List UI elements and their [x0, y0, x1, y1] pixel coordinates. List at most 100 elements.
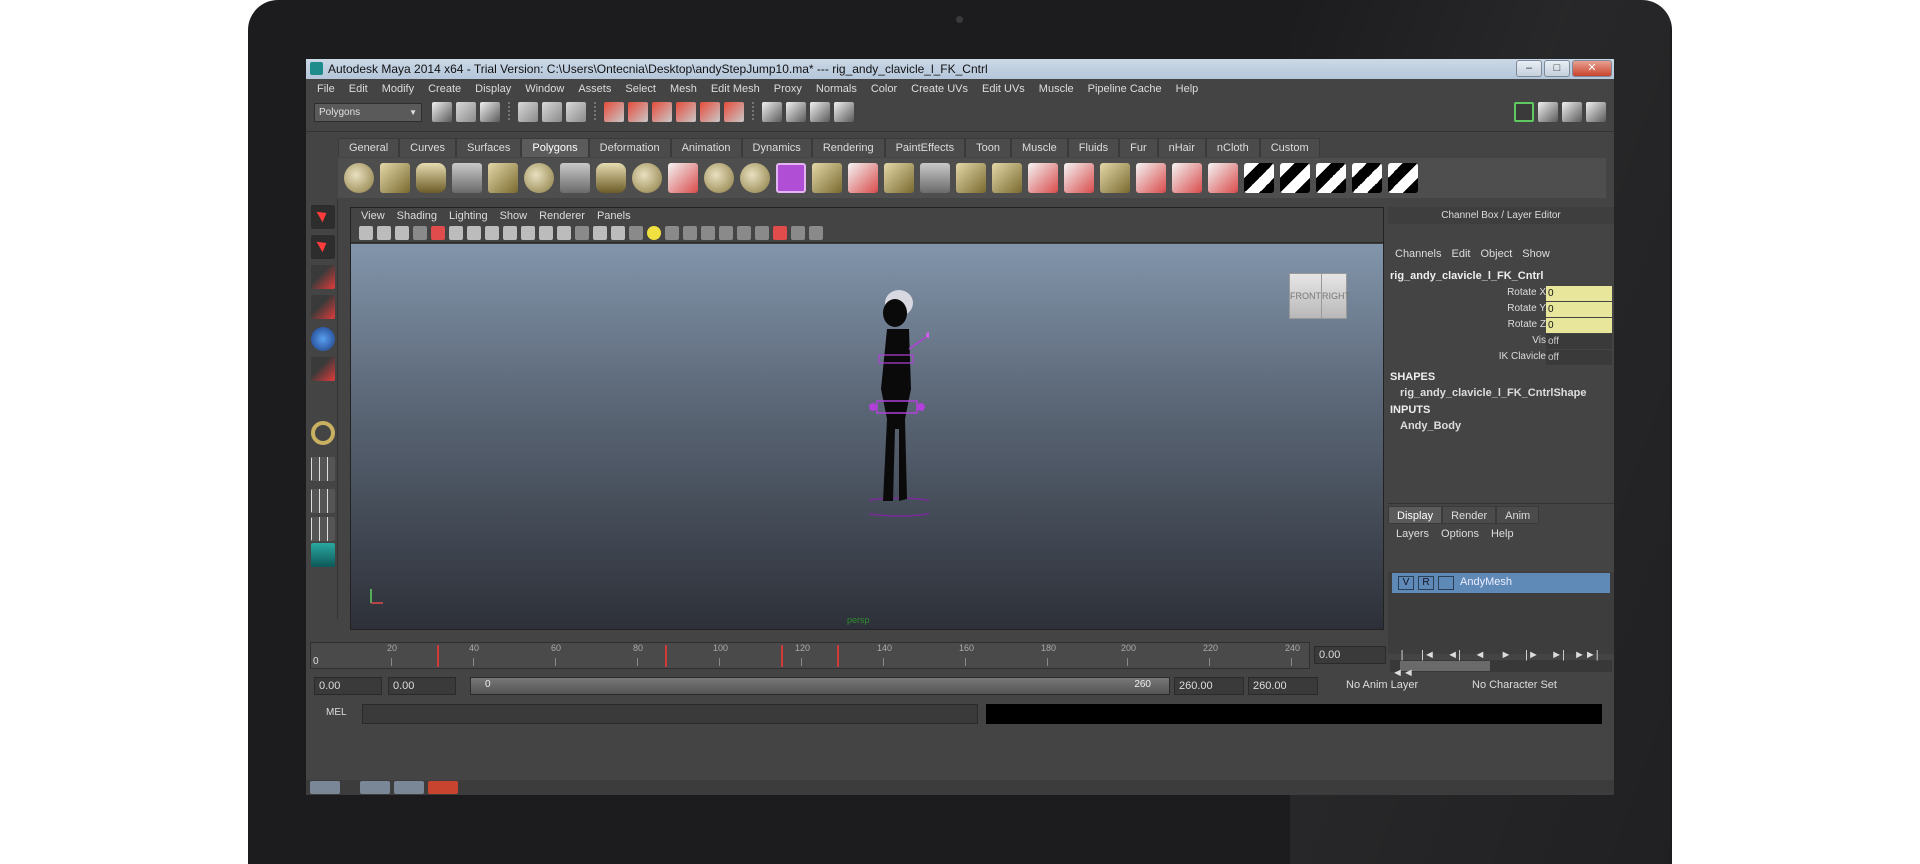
scale-tool-icon[interactable] [311, 357, 335, 381]
poly-cone-icon[interactable] [452, 163, 482, 193]
menu-modify[interactable]: Modify [375, 83, 421, 95]
depth-of-field-icon[interactable] [737, 225, 751, 240]
image-plane-icon[interactable] [395, 225, 409, 240]
menu-pipeline-cache[interactable]: Pipeline Cache [1081, 83, 1169, 95]
insert-edge-loop-icon[interactable] [956, 163, 986, 193]
selected-node-name[interactable]: rig_andy_clavicle_l_FK_Cntrl [1390, 270, 1543, 282]
shadows-icon[interactable] [665, 225, 679, 240]
hypershade-layout-icon[interactable] [311, 543, 335, 567]
shelf-tab-surfaces[interactable]: Surfaces [455, 138, 522, 157]
layer-tab-display[interactable]: Display [1388, 506, 1443, 524]
render-frame-icon[interactable] [786, 102, 806, 122]
shelf-tab-painteffects[interactable]: PaintEffects [884, 138, 966, 157]
menu-normals[interactable]: Normals [809, 83, 864, 95]
shelf-tab-animation[interactable]: Animation [670, 138, 742, 157]
spherical-mapping-icon[interactable] [1316, 163, 1346, 193]
poly-sphere-icon[interactable] [344, 163, 374, 193]
keyframe-marker[interactable] [665, 645, 667, 667]
keyframe-marker[interactable] [437, 645, 439, 667]
keyframe-marker[interactable] [781, 645, 783, 667]
new-scene-icon[interactable] [432, 102, 452, 122]
maximize-small-button[interactable] [394, 781, 424, 794]
step-forward-key-button[interactable]: |► [1522, 646, 1542, 664]
sculpt-icon[interactable] [1208, 163, 1238, 193]
snap-surface-icon[interactable] [700, 102, 720, 122]
menu-edit-uvs[interactable]: Edit UVs [975, 83, 1032, 95]
shelf-tab-ncloth[interactable]: nCloth [1205, 138, 1260, 157]
field-chart-icon[interactable] [521, 225, 535, 240]
menu-create-uvs[interactable]: Create UVs [904, 83, 975, 95]
layer-menu-layers[interactable]: Layers [1390, 528, 1435, 540]
anim-layer-dropdown[interactable]: No Anim Layer [1346, 679, 1418, 691]
step-back-key-button[interactable]: ◄| [1444, 646, 1464, 664]
channel-box-menu-object[interactable]: Object [1475, 248, 1517, 263]
range-slider[interactable]: 0 260 [470, 677, 1170, 695]
close-button[interactable]: ✕ [1572, 60, 1612, 77]
shelf-tab-deformation[interactable]: Deformation [588, 138, 671, 157]
layer-menu-options[interactable]: Options [1435, 528, 1485, 540]
shelf-tab-nhair[interactable]: nHair [1157, 138, 1206, 157]
toggle-layer-editor-icon[interactable] [1586, 102, 1606, 122]
playback-end-field[interactable]: 260.00 [1174, 677, 1244, 695]
smooth-shade-icon[interactable] [593, 225, 607, 240]
snap-live-icon[interactable] [724, 102, 744, 122]
shelf-tab-fluids[interactable]: Fluids [1067, 138, 1120, 157]
shelf-tab-general[interactable]: General [338, 138, 400, 157]
gate-mask-icon[interactable] [503, 225, 517, 240]
maximize-button[interactable]: □ [1544, 60, 1570, 77]
menu-set-select[interactable]: Polygons ▼ [314, 103, 422, 122]
save-scene-icon[interactable] [480, 102, 500, 122]
single-perspective-layout-icon[interactable] [311, 457, 335, 481]
shelf-tab-rendering[interactable]: Rendering [811, 138, 885, 157]
grease-pencil-icon[interactable] [413, 225, 427, 240]
paint-select-tool-icon[interactable] [311, 265, 335, 289]
four-view-layout-icon[interactable] [311, 489, 335, 513]
render-settings-icon[interactable] [834, 102, 854, 122]
poly-soccer-ball-icon[interactable] [632, 163, 662, 193]
extrude-icon[interactable] [812, 163, 842, 193]
film-gate-icon[interactable] [467, 225, 481, 240]
poly-plane-icon[interactable] [488, 163, 518, 193]
multisample-icon[interactable] [719, 225, 733, 240]
bookmarks-icon[interactable] [377, 225, 391, 240]
outliner-layout-icon[interactable] [311, 517, 335, 541]
x-ray-joints-icon[interactable] [791, 225, 805, 240]
separate-icon[interactable] [704, 163, 734, 193]
shape-node-name[interactable]: rig_andy_clavicle_l_FK_CntrlShape [1400, 387, 1586, 399]
channel-box-menu-show[interactable]: Show [1517, 248, 1555, 263]
2d-pan-zoom-icon[interactable] [431, 225, 445, 240]
step-back-frame-button[interactable]: |◄ [1418, 646, 1438, 664]
shelf-tab-custom[interactable]: Custom [1259, 138, 1320, 157]
ipr-render-icon[interactable] [810, 102, 830, 122]
isolate-select-icon[interactable] [773, 225, 787, 240]
camera-attributes-icon[interactable] [359, 225, 373, 240]
channel-box-menu-edit[interactable]: Edit [1446, 248, 1475, 263]
menu-help[interactable]: Help [1169, 83, 1206, 95]
layer-tab-render[interactable]: Render [1442, 506, 1497, 524]
attr-value-field[interactable]: 0 [1546, 286, 1612, 301]
toggle-attribute-editor-icon[interactable] [1514, 102, 1534, 122]
minimize-button[interactable]: – [1516, 60, 1542, 77]
wireframe-icon[interactable] [575, 225, 589, 240]
input-node-name[interactable]: Andy_Body [1400, 420, 1461, 432]
viewport-canvas[interactable]: FRONT RIGHT persp [351, 244, 1383, 629]
current-time-field[interactable]: 0.00 [1314, 646, 1386, 664]
menu-display[interactable]: Display [468, 83, 518, 95]
menu-edit-mesh[interactable]: Edit Mesh [704, 83, 767, 95]
move-tool-icon[interactable] [311, 295, 335, 319]
layer-reference-toggle[interactable]: R [1418, 576, 1434, 590]
menu-window[interactable]: Window [518, 83, 571, 95]
rotate-tool-icon[interactable] [311, 327, 335, 351]
poly-cylinder-icon[interactable] [416, 163, 446, 193]
layer-menu-help[interactable]: Help [1485, 528, 1520, 540]
menu-muscle[interactable]: Muscle [1032, 83, 1081, 95]
smooth-proxy-icon[interactable] [776, 163, 806, 193]
shelf-tab-fur[interactable]: Fur [1119, 138, 1158, 157]
grid-toggle-icon[interactable] [449, 225, 463, 240]
go-to-end-button[interactable]: ►►| [1574, 646, 1599, 664]
viewport-menu-panels[interactable]: Panels [591, 210, 637, 222]
offset-edge-loop-icon[interactable] [992, 163, 1022, 193]
snap-grid-icon[interactable] [604, 102, 624, 122]
ambient-occlusion-icon[interactable] [683, 225, 697, 240]
poly-cube-icon[interactable] [380, 163, 410, 193]
